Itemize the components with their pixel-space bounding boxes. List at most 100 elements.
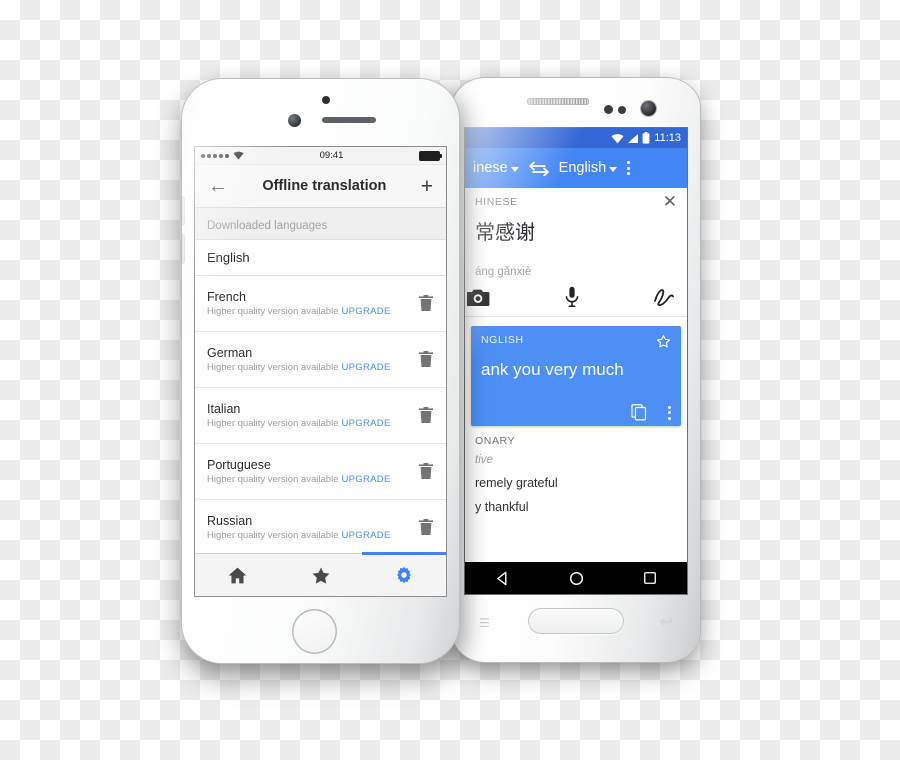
translation-result-card[interactable]: NGLISH ank you very much xyxy=(471,326,681,426)
battery-full-icon xyxy=(419,150,442,161)
dictionary-title: ONARY xyxy=(475,435,516,447)
wifi-icon xyxy=(611,133,624,143)
dictionary-entry[interactable]: y thankful xyxy=(475,500,677,514)
light-sensor-icon xyxy=(618,106,626,114)
list-item[interactable]: Russian Higher quality version available… xyxy=(195,500,446,556)
subtitle-text: Higher quality version available xyxy=(207,361,339,373)
battery-icon xyxy=(642,132,650,144)
result-overflow-menu-icon[interactable] xyxy=(668,405,671,420)
source-language-label: inese xyxy=(473,160,508,176)
android-nav-bar xyxy=(465,562,687,594)
circle-home-icon[interactable] xyxy=(569,571,584,586)
iphone-home-button[interactable] xyxy=(292,609,337,654)
language-info: French Higher quality version available U… xyxy=(207,290,391,317)
front-camera-icon xyxy=(641,101,656,116)
square-recents-icon[interactable] xyxy=(643,571,657,585)
list-item-base-language[interactable]: English xyxy=(195,239,446,276)
list-item[interactable]: German Higher quality version available U… xyxy=(195,332,446,388)
language-info: Russian Higher quality version available… xyxy=(207,514,391,541)
back-arrow-icon[interactable]: ← xyxy=(208,176,228,196)
upgrade-link[interactable]: UPGRADE xyxy=(342,362,391,373)
list-item[interactable]: Italian Higher quality version available… xyxy=(195,388,446,444)
ios-tab-bar xyxy=(195,552,446,596)
android-screen: 11:13 inese English HINESE ✕ 常感谢 áng gǎn… xyxy=(465,128,687,594)
trash-icon[interactable] xyxy=(418,406,434,424)
upgrade-link[interactable]: UPGRADE xyxy=(342,306,391,317)
upgrade-link[interactable]: UPGRADE xyxy=(342,474,391,485)
trash-icon[interactable] xyxy=(418,350,434,368)
dictionary-part-of-speech: tive xyxy=(475,454,493,466)
language-name: Italian xyxy=(207,401,241,416)
overflow-menu-icon[interactable] xyxy=(627,161,631,175)
source-text[interactable]: 常感谢 xyxy=(475,216,677,262)
android-home-button[interactable] xyxy=(528,608,624,634)
trash-icon[interactable] xyxy=(418,294,434,312)
iphone-screen: 09:41 ← Offline translation + Downloaded… xyxy=(195,147,446,596)
microphone-icon[interactable] xyxy=(565,286,579,308)
triangle-back-icon[interactable] xyxy=(495,571,510,586)
language-subtitle: Higher quality version availableUPGRADE xyxy=(207,362,391,373)
language-info: Italian Higher quality version available… xyxy=(207,402,391,429)
list-item[interactable]: French Higher quality version available U… xyxy=(195,276,446,332)
result-card-header: NGLISH xyxy=(481,334,671,349)
language-subtitle: Higher quality version availableUPGRADE xyxy=(207,306,391,317)
swap-horizontal-icon[interactable] xyxy=(527,160,551,176)
close-icon[interactable]: ✕ xyxy=(663,193,677,210)
source-header: HINESE ✕ xyxy=(475,193,677,210)
active-tab-indicator xyxy=(362,552,446,555)
menu-key-icon[interactable]: ☰ xyxy=(479,616,490,630)
earpiece-speaker-icon xyxy=(527,98,589,105)
android-chin: ☰ ↩ xyxy=(465,594,687,654)
source-language-selector[interactable]: inese xyxy=(473,160,519,176)
signal-dots-icon xyxy=(201,153,229,158)
language-info: German Higher quality version available U… xyxy=(207,346,391,373)
proximity-sensor-icon xyxy=(604,105,613,114)
handwriting-icon[interactable] xyxy=(653,287,675,307)
earpiece-speaker-icon xyxy=(322,117,376,123)
gear-icon[interactable] xyxy=(395,566,413,584)
home-icon[interactable] xyxy=(228,567,247,584)
star-outline-icon[interactable] xyxy=(656,334,671,349)
chevron-down-icon xyxy=(609,166,618,172)
android-status-bar: 11:13 xyxy=(465,128,687,148)
signal-icon xyxy=(628,133,639,143)
star-icon[interactable] xyxy=(312,567,330,584)
volume-up-button[interactable] xyxy=(182,197,184,225)
copy-icon[interactable] xyxy=(631,404,647,421)
trash-icon[interactable] xyxy=(418,462,434,480)
subtitle-text: Higher quality version available xyxy=(207,417,339,429)
wifi-icon xyxy=(233,151,244,160)
front-camera-icon xyxy=(322,96,330,104)
volume-down-button[interactable] xyxy=(182,235,184,263)
dictionary-entry[interactable]: remely grateful xyxy=(475,476,677,490)
list-item[interactable]: Portuguese Higher quality version availa… xyxy=(195,444,446,500)
subtitle-text: Higher quality version available xyxy=(207,473,339,485)
proximity-sensor-icon xyxy=(288,114,301,127)
input-mode-row xyxy=(465,278,687,317)
ios-status-bar: 09:41 xyxy=(195,147,446,165)
camera-icon[interactable] xyxy=(467,288,491,307)
back-key-icon[interactable]: ↩ xyxy=(660,612,673,632)
iphone: 09:41 ← Offline translation + Downloaded… xyxy=(182,79,459,663)
source-pinyin: áng gǎnxiè xyxy=(475,266,532,278)
target-language-selector[interactable]: English xyxy=(559,160,618,176)
subtitle-text: Higher quality version available xyxy=(207,305,339,317)
dictionary-section: ONARY tive remely grateful y thankful xyxy=(465,426,687,514)
plus-icon[interactable]: + xyxy=(421,176,433,197)
language-name: German xyxy=(207,345,253,360)
source-text-section: HINESE ✕ 常感谢 áng gǎnxiè xyxy=(465,188,687,278)
language-subtitle: Higher quality version availableUPGRADE xyxy=(207,418,391,429)
result-language-tag: NGLISH xyxy=(481,334,524,346)
target-language-label: English xyxy=(558,160,607,176)
offline-translation-list[interactable]: Downloaded languages English French High… xyxy=(195,208,446,596)
page-title: Offline translation xyxy=(262,178,387,194)
language-info: Portuguese Higher quality version availa… xyxy=(207,458,391,485)
language-subtitle: Higher quality version availableUPGRADE xyxy=(207,474,391,485)
upgrade-link[interactable]: UPGRADE xyxy=(342,418,391,429)
android-toolbar: inese English xyxy=(465,148,687,188)
upgrade-link[interactable]: UPGRADE xyxy=(342,530,391,541)
ios-clock: 09:41 xyxy=(319,150,344,161)
trash-icon[interactable] xyxy=(418,518,434,536)
language-name: Portuguese xyxy=(207,457,271,472)
android-clock: 11:13 xyxy=(654,132,681,144)
